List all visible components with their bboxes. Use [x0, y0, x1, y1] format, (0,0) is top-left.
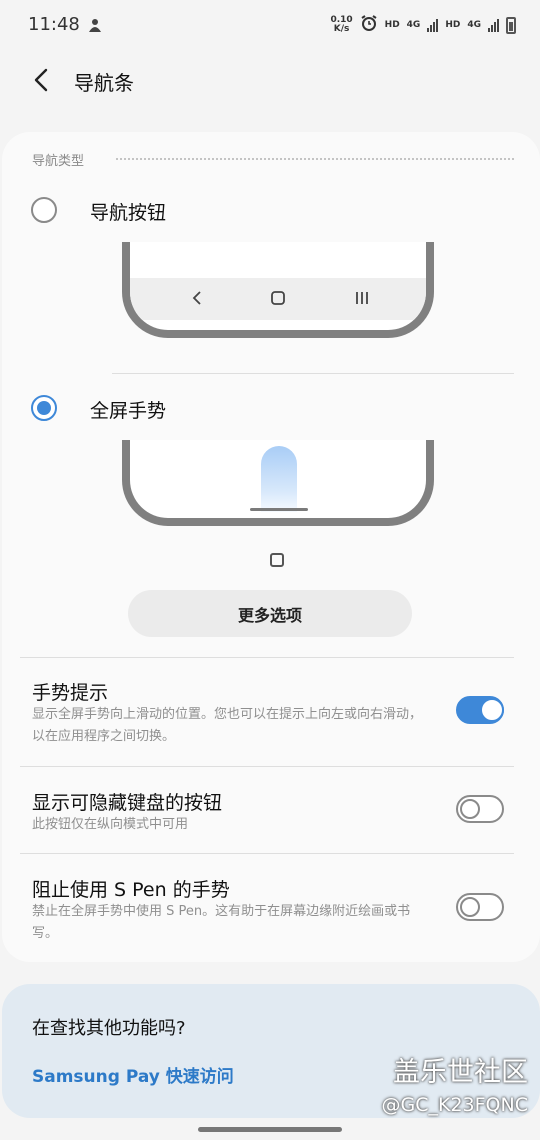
setting-title-block-spen[interactable]: 阻止使用 S Pen 的手势 — [32, 875, 230, 902]
hd-label-1: HD — [384, 20, 400, 30]
battery-icon — [506, 16, 516, 34]
option-label-nav-buttons[interactable]: 导航按钮 — [90, 198, 166, 225]
toggle-keyboard-button[interactable] — [456, 795, 504, 823]
home-icon — [271, 291, 285, 305]
radio-full-screen-gestures[interactable] — [31, 395, 57, 421]
gesture-preview[interactable] — [122, 440, 434, 526]
toggle-block-spen[interactable] — [456, 893, 504, 921]
network-type-2: 4G — [467, 20, 481, 30]
network-type-1: 4G — [406, 20, 421, 30]
setting-divider-1 — [20, 766, 514, 767]
page-title: 导航条 — [74, 71, 134, 95]
setting-title-keyboard-button[interactable]: 显示可隐藏键盘的按钮 — [32, 788, 222, 815]
suggestion-title: 在查找其他功能吗? — [32, 1018, 186, 1039]
gesture-hint-line — [250, 508, 308, 511]
hd-label-2: HD — [445, 20, 461, 30]
alarm-icon — [360, 14, 378, 36]
status-icons: 0.10 K/s HD 4G HD 4G — [330, 14, 516, 36]
option-divider — [112, 373, 514, 374]
signal-icon-2 — [488, 18, 499, 32]
toggle-gesture-hint[interactable] — [456, 696, 504, 724]
back-arrow-icon — [34, 68, 48, 92]
setting-subtitle-block-spen: 禁止在全屏手势中使用 S Pen。这有助于在屏幕边缘附近绘画或书写。 — [32, 904, 411, 941]
toggle-knob — [460, 897, 480, 917]
section-divider-2 — [20, 657, 514, 658]
watermark-line-1: 盖乐世社区 — [393, 1057, 528, 1088]
setting-subtitle-gesture-hint: 显示全屏手势向上滑动的位置。您也可以在提示上向左或向右滑动，以在应用程序之间切换… — [32, 707, 423, 744]
setting-subtitle-keyboard-button: 此按钮仅在纵向模式中可用 — [32, 817, 189, 832]
app-header: 导航条 — [0, 56, 540, 106]
watermark-line-2: @GC_K23FQNC — [381, 1094, 529, 1116]
status-time: 11:48 — [28, 14, 80, 35]
speed-unit: K/s — [333, 24, 350, 34]
home-square-icon — [270, 553, 284, 567]
back-button[interactable] — [28, 64, 58, 96]
back-icon — [192, 291, 201, 305]
network-speed: 0.10 K/s — [330, 16, 352, 34]
toggle-knob — [460, 799, 480, 819]
option-label-full-screen-gestures[interactable]: 全屏手势 — [90, 396, 166, 423]
more-options-button[interactable]: 更多选项 — [128, 590, 412, 637]
section-label-nav-type: 导航类型 — [32, 154, 85, 169]
gesture-handle[interactable] — [198, 1127, 342, 1132]
signal-icon-1 — [427, 18, 439, 32]
radio-nav-buttons[interactable] — [31, 197, 57, 223]
setting-divider-2 — [20, 853, 514, 854]
section-divider — [116, 158, 514, 160]
setting-title-gesture-hint[interactable]: 手势提示 — [32, 678, 108, 705]
nav-buttons-preview[interactable] — [122, 242, 434, 338]
recents-icon — [356, 292, 368, 304]
samsung-pay-link[interactable]: Samsung Pay 快速访问 — [32, 1062, 234, 1087]
toggle-knob — [480, 698, 504, 722]
status-bar: 11:48 0.10 K/s HD 4G HD 4G — [0, 0, 540, 52]
notification-app-icon — [86, 16, 104, 38]
swipe-up-hint-graphic — [261, 446, 297, 512]
